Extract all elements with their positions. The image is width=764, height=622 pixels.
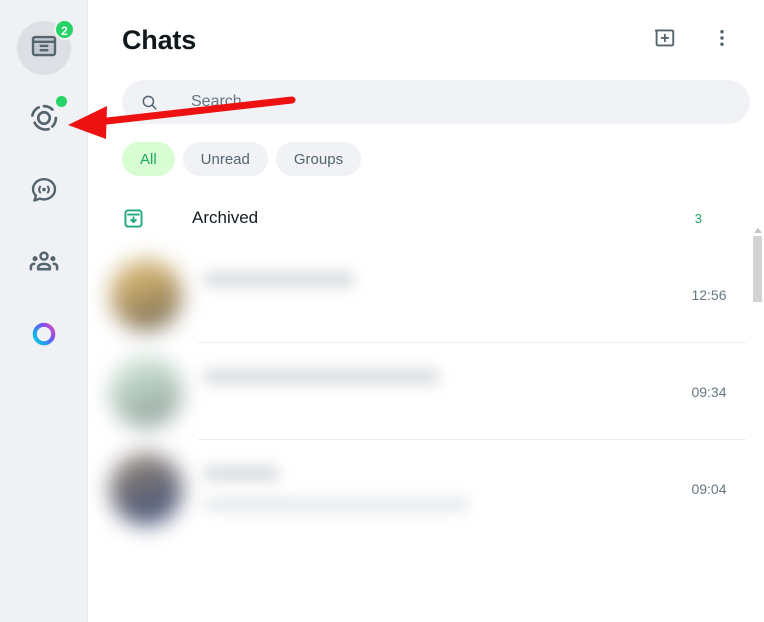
search-box[interactable] (122, 80, 750, 124)
panel-header: Chats (88, 0, 764, 80)
filter-pill-unread[interactable]: Unread (182, 142, 268, 176)
communities-icon (28, 246, 60, 283)
nav-item-communities[interactable] (0, 228, 88, 300)
search-icon (140, 93, 159, 112)
chat-name-redacted (204, 272, 354, 287)
search-input[interactable] (191, 93, 750, 111)
nav-item-status[interactable] (0, 84, 88, 156)
chats-icon (29, 31, 59, 66)
chat-timestamp: 09:04 (691, 480, 727, 497)
archive-icon (122, 207, 156, 230)
new-chat-icon (652, 25, 677, 55)
avatar (110, 452, 182, 525)
chat-list-item[interactable]: 12:56 (88, 246, 764, 343)
scrollbar-up-arrow-icon[interactable] (753, 228, 762, 233)
chat-name-redacted (204, 466, 279, 481)
chat-list-item[interactable]: 09:34 (88, 343, 764, 440)
nav-rail: 2 (0, 0, 88, 622)
nav-item-channels[interactable] (0, 156, 88, 228)
chats-unread-badge: 2 (54, 19, 75, 40)
avatar (110, 258, 182, 331)
archived-row[interactable]: Archived 3 (88, 190, 764, 246)
status-icon (28, 102, 60, 139)
chat-list-scrollbar[interactable] (753, 228, 762, 622)
overflow-menu-icon (711, 27, 733, 54)
archived-label: Archived (192, 208, 259, 227)
filter-pill-groups[interactable]: Groups (275, 142, 362, 176)
meta-ai-icon (29, 319, 59, 354)
status-unseen-dot (56, 96, 67, 107)
search-row (88, 80, 764, 124)
whatsapp-window: 2 Chats Search All Unread Groups Archive… (0, 0, 764, 622)
chat-preview-redacted (204, 498, 469, 511)
new-chat-button[interactable] (644, 20, 684, 60)
chat-row-text (204, 272, 654, 317)
chat-row-text (204, 369, 654, 414)
chat-timestamp: 12:56 (691, 286, 727, 303)
filter-pill-all[interactable]: All (122, 142, 175, 176)
nav-item-chats[interactable]: 2 (0, 12, 88, 84)
chat-name-redacted (204, 369, 439, 384)
nav-item-meta-ai[interactable] (0, 300, 88, 372)
chat-row-text (204, 466, 654, 511)
overflow-menu-button[interactable] (702, 20, 742, 60)
channels-icon (29, 175, 59, 210)
page-title: Chats (122, 24, 197, 55)
avatar (110, 355, 182, 428)
chat-list-panel: Chats Search All Unread Groups Archived … (88, 0, 764, 622)
archived-count: 3 (694, 210, 702, 226)
chat-list: Archived 3 12:56 09:34 09:04 (88, 190, 764, 572)
scrollbar-thumb[interactable] (753, 236, 762, 302)
chat-list-item[interactable]: 09:04 (88, 440, 764, 537)
filter-row: All Unread Groups (88, 124, 764, 190)
chat-timestamp: 09:34 (691, 383, 727, 400)
